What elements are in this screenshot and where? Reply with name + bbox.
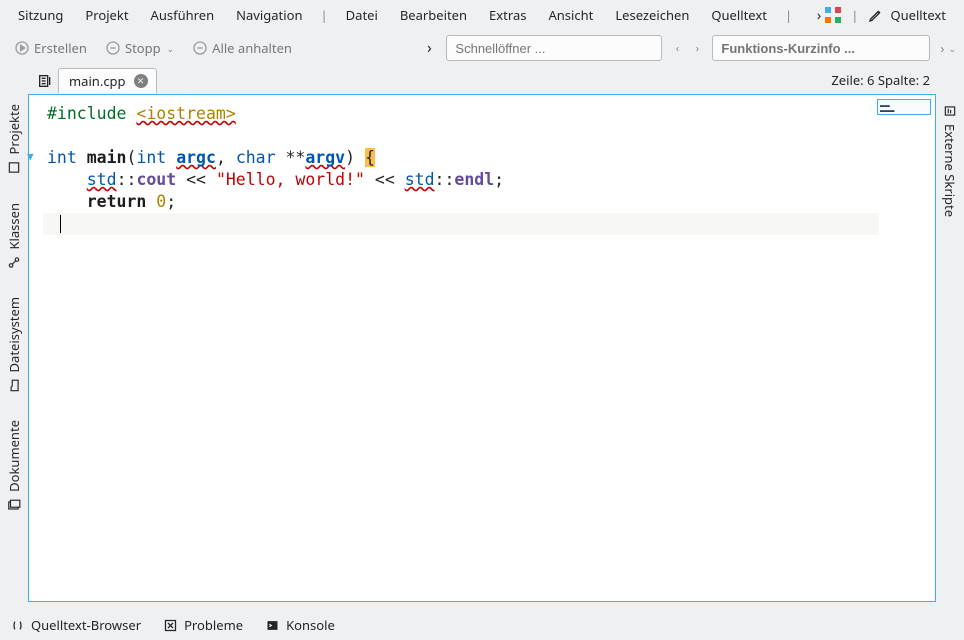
menu-projekt[interactable]: Projekt bbox=[75, 2, 138, 28]
menu-quelltext[interactable]: Quelltext bbox=[701, 2, 777, 28]
bottom-konsole[interactable]: Konsole bbox=[265, 616, 335, 634]
menubar-overflow-icon[interactable]: › bbox=[817, 6, 821, 25]
color-scheme-icon[interactable] bbox=[825, 7, 841, 23]
menubar: Sitzung Projekt Ausführen Navigation | D… bbox=[0, 0, 964, 30]
tab-close-icon[interactable] bbox=[134, 74, 148, 88]
menubar-separator-2: | bbox=[779, 6, 798, 24]
edit-source-icon[interactable] bbox=[868, 7, 884, 23]
menu-quelltext-right[interactable]: Quelltext bbox=[888, 2, 956, 28]
prev-icon[interactable]: ‹ bbox=[668, 41, 686, 56]
quick-open-nav: ‹ › bbox=[668, 41, 706, 56]
next-icon[interactable]: › bbox=[688, 41, 706, 56]
build-button[interactable]: Erstellen bbox=[8, 35, 93, 61]
bottom-quelltext-browser[interactable]: Quelltext-Browser bbox=[10, 616, 141, 634]
left-sidebar: Projekte Klassen Dateisystem Dokumente bbox=[0, 94, 28, 602]
sidebar-item-projekte[interactable]: Projekte bbox=[5, 104, 23, 175]
menu-bearbeiten[interactable]: Bearbeiten bbox=[390, 2, 477, 28]
tab-bar: main.cpp Zeile: 6 Spalte: 2 bbox=[0, 66, 964, 94]
stop-label: Stopp bbox=[125, 39, 161, 57]
text-cursor bbox=[60, 215, 61, 233]
menu-ansicht[interactable]: Ansicht bbox=[538, 2, 603, 28]
sidebar-item-klassen[interactable]: Klassen bbox=[5, 203, 23, 270]
sidebar-item-dateisystem[interactable]: Dateisystem bbox=[5, 297, 23, 392]
stop-all-button[interactable]: Alle anhalten bbox=[186, 35, 298, 61]
tab-label: main.cpp bbox=[69, 72, 126, 90]
fold-toggle-icon[interactable]: ▼ bbox=[27, 150, 39, 163]
right-sidebar: Externe Skripte bbox=[936, 94, 964, 602]
menubar-separator-3: | bbox=[845, 6, 864, 24]
tab-main-cpp[interactable]: main.cpp bbox=[58, 68, 157, 93]
menu-navigation[interactable]: Navigation bbox=[226, 2, 312, 28]
cursor-status: Zeile: 6 Spalte: 2 bbox=[831, 71, 964, 89]
quick-open-input[interactable] bbox=[446, 35, 662, 61]
menu-extras[interactable]: Extras bbox=[479, 2, 536, 28]
toolbar-overflow-icon[interactable]: › bbox=[940, 39, 944, 57]
sidebar-item-externe-skripte[interactable]: Externe Skripte bbox=[941, 104, 959, 217]
build-label: Erstellen bbox=[34, 39, 87, 57]
stop-button[interactable]: Stopp ⌄ bbox=[99, 35, 180, 61]
menubar-separator: | bbox=[315, 6, 334, 24]
menu-ausfuehren[interactable]: Ausführen bbox=[141, 2, 225, 28]
code-editor[interactable]: ▃▃▃▃▃▃▃▃▃▃ ▼ #include <iostream> int mai… bbox=[28, 94, 936, 602]
menu-sitzung[interactable]: Sitzung bbox=[8, 2, 73, 28]
menu-lesezeichen[interactable]: Lesezeichen bbox=[605, 2, 699, 28]
function-info-input[interactable] bbox=[712, 35, 930, 61]
toolbar: Erstellen Stopp ⌄ Alle anhalten › ‹ › › … bbox=[0, 30, 964, 66]
bottom-probleme[interactable]: Probleme bbox=[163, 616, 243, 634]
bottom-bar: Quelltext-Browser Probleme Konsole bbox=[0, 610, 964, 640]
toolbar-dropdown-icon[interactable]: ⌄ bbox=[948, 42, 956, 55]
current-line-highlight bbox=[43, 213, 879, 235]
sidebar-item-dokumente[interactable]: Dokumente bbox=[5, 420, 23, 512]
document-list-icon[interactable] bbox=[36, 72, 54, 90]
chevron-down-icon: ⌄ bbox=[167, 42, 175, 55]
menu-datei[interactable]: Datei bbox=[336, 2, 388, 28]
nav-forward-icon[interactable]: › bbox=[418, 37, 440, 59]
stop-all-label: Alle anhalten bbox=[212, 39, 292, 57]
